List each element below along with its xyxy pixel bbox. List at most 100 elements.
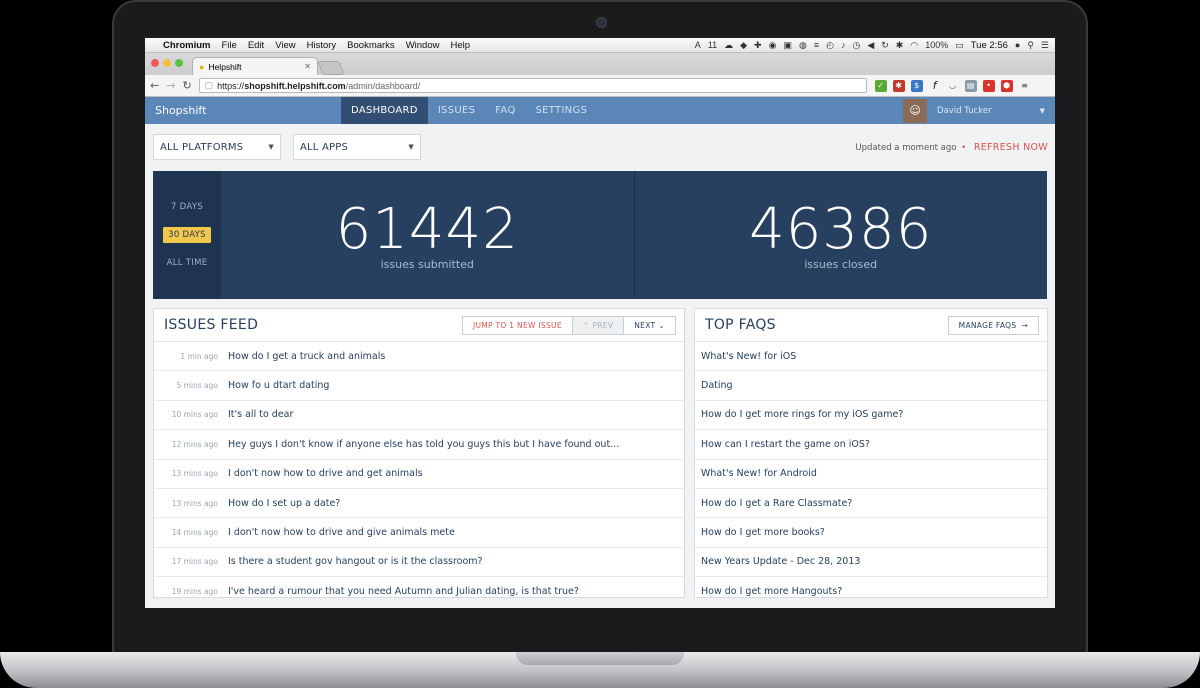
issue-time: 14 mins ago [171, 528, 218, 538]
next-button[interactable]: NEXT ⌄ [624, 315, 676, 335]
faq-row[interactable]: What's New! for iOS [695, 342, 1047, 372]
issue-text[interactable]: Hey guys I don't know if anyone else has… [228, 439, 619, 450]
extension-window-icon[interactable]: ▤ [964, 79, 977, 92]
issue-text[interactable]: It's all to dear [228, 409, 293, 420]
faq-row[interactable]: What's New! for Android [695, 460, 1047, 489]
menubar-status-area: A 11 ☁ ◆ ✚ ◉ ▣ ◍ ≡ ◴ ♪ ◷ ◀ ↻ ✱ ◠ 100% ▭ … [695, 40, 1049, 51]
jump-to-new-issue-button[interactable]: JUMP TO 1 NEW ISSUE [461, 315, 573, 335]
status-icon[interactable]: ◍ [799, 40, 807, 51]
faq-row[interactable]: How can I restart the game on iOS? [695, 430, 1047, 460]
new-tab-button[interactable] [317, 61, 345, 75]
network-meter-icon[interactable]: ≡ [814, 40, 819, 50]
sync-icon[interactable]: ↻ [881, 40, 889, 51]
battery-text[interactable]: 100% [925, 40, 948, 50]
faq-row[interactable]: Dating [695, 371, 1047, 401]
prev-button[interactable]: ⌃ PREV [572, 315, 625, 335]
extension-green-icon[interactable]: ✓ [874, 79, 887, 92]
issue-row[interactable]: 1 min ago How do I get a truck and animal… [154, 342, 684, 372]
menu-app-name[interactable]: Chromium [163, 40, 211, 51]
close-tab-icon[interactable]: ✕ [304, 62, 311, 71]
extension-fx-icon[interactable]: f [929, 79, 941, 92]
issue-text[interactable]: How fo u dtart dating [228, 380, 329, 391]
extension-red-icon[interactable]: ✱ [892, 79, 905, 92]
refresh-now-link[interactable]: REFRESH NOW [974, 142, 1048, 153]
volume-icon[interactable]: ◀ [867, 40, 874, 51]
issue-time: 17 mins ago [171, 557, 218, 567]
bell-icon[interactable]: ♪ [841, 40, 846, 50]
spotlight-icon[interactable]: ⚲ [1027, 40, 1034, 51]
screen: Chromium File Edit View History Bookmark… [145, 38, 1055, 608]
menu-file[interactable]: File [222, 40, 237, 51]
wifi-icon[interactable]: ◠ [910, 40, 918, 51]
issue-text[interactable]: How do I set up a date? [228, 498, 340, 509]
cloud-icon[interactable]: ☁ [724, 40, 733, 51]
eye-icon[interactable]: ◉ [769, 40, 777, 51]
issue-row[interactable]: 5 mins ago How fo u dtart dating [154, 371, 684, 401]
issue-text[interactable]: I don't now how to drive and get animals [228, 468, 423, 479]
clock-text[interactable]: Tue 2:56 [971, 40, 1008, 51]
issue-row[interactable]: 13 mins ago I don't now how to drive and … [154, 460, 684, 489]
menu-help[interactable]: Help [450, 40, 470, 51]
issue-row[interactable]: 17 mins ago Is there a student gov hangou… [154, 548, 684, 578]
battery-icon[interactable]: ▭ [955, 40, 964, 51]
notification-center-icon[interactable]: ☰ [1041, 40, 1049, 51]
faq-row[interactable]: How do I get more Hangouts? [695, 577, 1047, 605]
menu-history[interactable]: History [307, 40, 337, 51]
time-machine-icon[interactable]: ◷ [852, 40, 860, 51]
dropbox-icon[interactable]: ◆ [740, 40, 747, 51]
manage-faqs-button[interactable]: MANAGE FAQS → [947, 315, 1039, 335]
nav-settings[interactable]: SETTINGS [526, 97, 598, 124]
range-30-days[interactable]: 30 DAYS [163, 227, 211, 243]
menu-view[interactable]: View [275, 40, 295, 51]
reload-icon[interactable]: ↻ [182, 79, 191, 92]
faq-row[interactable]: How do I get more rings for my iOS game? [695, 401, 1047, 431]
faq-row[interactable]: How do I get more books? [695, 518, 1047, 548]
bluetooth-icon[interactable]: ✱ [896, 40, 904, 51]
extension-pocket-icon[interactable]: ◡ [947, 80, 959, 92]
top-faqs-title: TOP FAQS [705, 317, 776, 333]
issue-text[interactable]: How do I get a truck and animals [228, 351, 385, 362]
issue-text[interactable]: I've heard a rumour that you need Autumn… [228, 586, 579, 597]
issue-row[interactable]: 14 mins ago I don't now how to drive and … [154, 518, 684, 548]
puzzle-icon[interactable]: ✚ [754, 40, 762, 51]
extension-lastpass-icon[interactable]: • [982, 79, 995, 92]
status-count[interactable]: 11 [708, 40, 717, 50]
brand-name[interactable]: Shopshift [155, 104, 341, 117]
issue-text[interactable]: I don't now how to drive and give animal… [228, 527, 455, 538]
nav-faq[interactable]: FAQ [485, 97, 525, 124]
minimize-window-icon[interactable] [163, 59, 171, 67]
nav-issues[interactable]: ISSUES [428, 97, 485, 124]
filters-bar: ALL PLATFORMS ▼ ALL APPS ▼ Updated a mom… [145, 134, 1055, 162]
browser-tab[interactable]: ● Helpshift ✕ [192, 57, 318, 75]
menu-edit[interactable]: Edit [248, 40, 264, 51]
issue-text[interactable]: Is there a student gov hangout or is it … [228, 556, 483, 567]
issue-row[interactable]: 12 mins ago Hey guys I don't know if anyo… [154, 430, 684, 460]
back-icon[interactable]: ← [150, 79, 159, 92]
issue-row[interactable]: 13 mins ago How do I set up a date? [154, 489, 684, 519]
apps-select[interactable]: ALL APPS ▼ [293, 134, 421, 160]
usb-icon[interactable]: ▣ [783, 40, 792, 51]
chrome-menu-icon[interactable]: ≡ [1019, 80, 1031, 92]
clock-icon[interactable]: ◴ [826, 40, 834, 51]
nav-dashboard[interactable]: DASHBOARD [341, 97, 428, 124]
app-header: Shopshift DASHBOARD ISSUES FAQ SETTINGS … [145, 97, 1055, 124]
user-menu[interactable]: ☺ David Tucker ▼ [903, 97, 1055, 124]
extension-blue-icon[interactable]: $ [910, 79, 923, 92]
range-all-time[interactable]: ALL TIME [162, 255, 213, 271]
range-7-days[interactable]: 7 DAYS [166, 199, 208, 215]
extension-adblock-icon[interactable]: ⬢ [1000, 79, 1013, 92]
zoom-window-icon[interactable] [175, 59, 183, 67]
menu-bookmarks[interactable]: Bookmarks [347, 40, 395, 51]
adobe-icon[interactable]: A [695, 40, 701, 50]
close-window-icon[interactable] [151, 59, 159, 67]
forward-icon[interactable]: → [166, 79, 175, 92]
menu-window[interactable]: Window [406, 40, 440, 51]
user-icon[interactable]: ● [1015, 40, 1020, 50]
faq-row[interactable]: How do I get a Rare Classmate? [695, 489, 1047, 519]
issue-row[interactable]: 10 mins ago It's all to dear [154, 401, 684, 431]
platform-select[interactable]: ALL PLATFORMS ▼ [153, 134, 281, 160]
address-bar[interactable]: ▢ https:// shopshift.helpshift.com /admi… [198, 78, 867, 93]
stats-panel: 7 DAYS 30 DAYS ALL TIME 61442 issues sub… [153, 171, 1047, 299]
faq-row[interactable]: New Years Update - Dec 28, 2013 [695, 548, 1047, 578]
issue-row[interactable]: 19 mins ago I've heard a rumour that you … [154, 577, 684, 605]
